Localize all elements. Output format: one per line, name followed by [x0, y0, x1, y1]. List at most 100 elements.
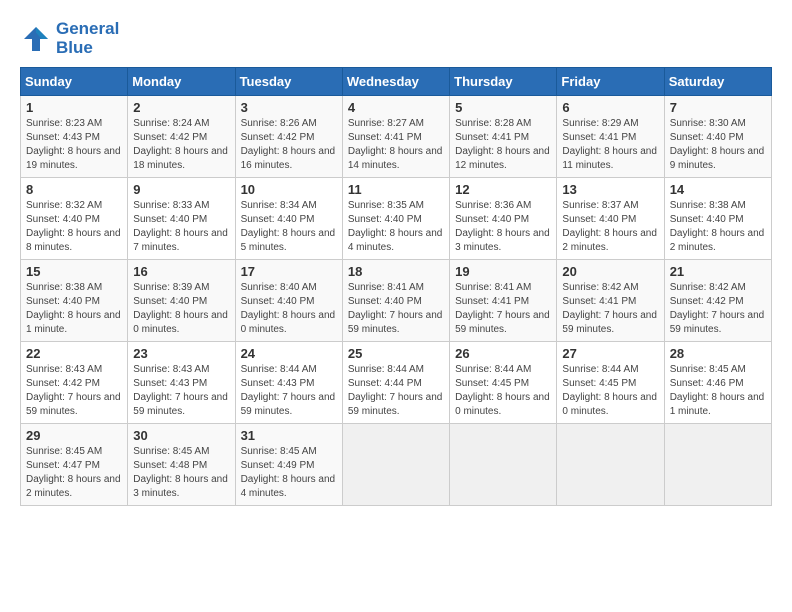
day-number: 3	[241, 100, 337, 115]
day-info: Sunrise: 8:45 AMSunset: 4:49 PMDaylight:…	[241, 445, 337, 501]
calendar-day-23: 23 Sunrise: 8:43 AMSunset: 4:43 PMDayligh…	[128, 342, 235, 424]
day-number: 5	[455, 100, 551, 115]
day-number: 16	[133, 264, 229, 279]
day-info: Sunrise: 8:41 AMSunset: 4:40 PMDaylight:…	[348, 281, 444, 337]
day-info: Sunrise: 8:39 AMSunset: 4:40 PMDaylight:…	[133, 281, 229, 337]
empty-cell	[450, 424, 557, 506]
day-info: Sunrise: 8:40 AMSunset: 4:40 PMDaylight:…	[241, 281, 337, 337]
day-info: Sunrise: 8:36 AMSunset: 4:40 PMDaylight:…	[455, 199, 551, 255]
calendar-day-16: 16 Sunrise: 8:39 AMSunset: 4:40 PMDayligh…	[128, 260, 235, 342]
calendar-week-4: 22 Sunrise: 8:43 AMSunset: 4:42 PMDayligh…	[21, 342, 772, 424]
day-info: Sunrise: 8:30 AMSunset: 4:40 PMDaylight:…	[670, 117, 766, 173]
day-info: Sunrise: 8:28 AMSunset: 4:41 PMDaylight:…	[455, 117, 551, 173]
day-number: 20	[562, 264, 658, 279]
day-info: Sunrise: 8:44 AMSunset: 4:43 PMDaylight:…	[241, 363, 337, 419]
calendar-day-27: 27Sunrise: 8:44 AMSunset: 4:45 PMDayligh…	[557, 342, 664, 424]
day-header-friday: Friday	[557, 68, 664, 96]
calendar-day-11: 11Sunrise: 8:35 AMSunset: 4:40 PMDayligh…	[342, 178, 449, 260]
calendar-day-30: 30 Sunrise: 8:45 AMSunset: 4:48 PMDayligh…	[128, 424, 235, 506]
calendar-day-9: 9 Sunrise: 8:33 AMSunset: 4:40 PMDaylight…	[128, 178, 235, 260]
calendar-day-10: 10 Sunrise: 8:34 AMSunset: 4:40 PMDayligh…	[235, 178, 342, 260]
day-number: 4	[348, 100, 444, 115]
day-number: 14	[670, 182, 766, 197]
calendar-table: SundayMondayTuesdayWednesdayThursdayFrid…	[20, 67, 772, 506]
day-number: 2	[133, 100, 229, 115]
calendar-day-21: 21 Sunrise: 8:42 AMSunset: 4:42 PMDayligh…	[664, 260, 771, 342]
day-number: 8	[26, 182, 122, 197]
day-info: Sunrise: 8:23 AMSunset: 4:43 PMDaylight:…	[26, 117, 122, 173]
day-header-monday: Monday	[128, 68, 235, 96]
day-info: Sunrise: 8:44 AMSunset: 4:44 PMDaylight:…	[348, 363, 444, 419]
day-number: 9	[133, 182, 229, 197]
day-number: 21	[670, 264, 766, 279]
empty-cell	[557, 424, 664, 506]
calendar-day-29: 29 Sunrise: 8:45 AMSunset: 4:47 PMDayligh…	[21, 424, 128, 506]
day-info: Sunrise: 8:37 AMSunset: 4:40 PMDaylight:…	[562, 199, 658, 255]
calendar-day-18: 18Sunrise: 8:41 AMSunset: 4:40 PMDayligh…	[342, 260, 449, 342]
day-number: 17	[241, 264, 337, 279]
calendar-day-20: 20 Sunrise: 8:42 AMSunset: 4:41 PMDayligh…	[557, 260, 664, 342]
day-number: 23	[133, 346, 229, 361]
calendar-day-1: 1 Sunrise: 8:23 AMSunset: 4:43 PMDaylight…	[21, 96, 128, 178]
day-info: Sunrise: 8:41 AMSunset: 4:41 PMDaylight:…	[455, 281, 551, 337]
calendar-day-22: 22 Sunrise: 8:43 AMSunset: 4:42 PMDayligh…	[21, 342, 128, 424]
day-info: Sunrise: 8:45 AMSunset: 4:47 PMDaylight:…	[26, 445, 122, 501]
day-number: 24	[241, 346, 337, 361]
day-number: 15	[26, 264, 122, 279]
day-info: Sunrise: 8:42 AMSunset: 4:41 PMDaylight:…	[562, 281, 658, 337]
calendar-day-19: 19 Sunrise: 8:41 AMSunset: 4:41 PMDayligh…	[450, 260, 557, 342]
day-info: Sunrise: 8:33 AMSunset: 4:40 PMDaylight:…	[133, 199, 229, 255]
calendar-week-2: 8 Sunrise: 8:32 AMSunset: 4:40 PMDaylight…	[21, 178, 772, 260]
day-number: 13	[562, 182, 658, 197]
calendar-week-1: 1 Sunrise: 8:23 AMSunset: 4:43 PMDaylight…	[21, 96, 772, 178]
calendar-day-17: 17 Sunrise: 8:40 AMSunset: 4:40 PMDayligh…	[235, 260, 342, 342]
calendar-day-3: 3 Sunrise: 8:26 AMSunset: 4:42 PMDaylight…	[235, 96, 342, 178]
day-header-tuesday: Tuesday	[235, 68, 342, 96]
logo-text: General Blue	[56, 20, 119, 57]
calendar-day-15: 15 Sunrise: 8:38 AMSunset: 4:40 PMDayligh…	[21, 260, 128, 342]
day-number: 10	[241, 182, 337, 197]
logo: General Blue	[20, 20, 119, 57]
calendar-day-31: 31Sunrise: 8:45 AMSunset: 4:49 PMDayligh…	[235, 424, 342, 506]
calendar-day-24: 24 Sunrise: 8:44 AMSunset: 4:43 PMDayligh…	[235, 342, 342, 424]
day-number: 6	[562, 100, 658, 115]
day-info: Sunrise: 8:27 AMSunset: 4:41 PMDaylight:…	[348, 117, 444, 173]
day-number: 19	[455, 264, 551, 279]
calendar-day-28: 28Sunrise: 8:45 AMSunset: 4:46 PMDayligh…	[664, 342, 771, 424]
calendar-day-13: 13 Sunrise: 8:37 AMSunset: 4:40 PMDayligh…	[557, 178, 664, 260]
day-info: Sunrise: 8:43 AMSunset: 4:42 PMDaylight:…	[26, 363, 122, 419]
calendar-day-7: 7 Sunrise: 8:30 AMSunset: 4:40 PMDaylight…	[664, 96, 771, 178]
day-info: Sunrise: 8:43 AMSunset: 4:43 PMDaylight:…	[133, 363, 229, 419]
calendar-day-14: 14Sunrise: 8:38 AMSunset: 4:40 PMDayligh…	[664, 178, 771, 260]
logo-icon	[20, 23, 52, 55]
day-info: Sunrise: 8:32 AMSunset: 4:40 PMDaylight:…	[26, 199, 122, 255]
day-number: 25	[348, 346, 444, 361]
day-header-thursday: Thursday	[450, 68, 557, 96]
empty-cell	[664, 424, 771, 506]
day-info: Sunrise: 8:38 AMSunset: 4:40 PMDaylight:…	[26, 281, 122, 337]
day-number: 22	[26, 346, 122, 361]
day-number: 1	[26, 100, 122, 115]
calendar-day-6: 6Sunrise: 8:29 AMSunset: 4:41 PMDaylight…	[557, 96, 664, 178]
day-number: 26	[455, 346, 551, 361]
day-info: Sunrise: 8:34 AMSunset: 4:40 PMDaylight:…	[241, 199, 337, 255]
page-header: General Blue	[20, 20, 772, 57]
day-info: Sunrise: 8:45 AMSunset: 4:46 PMDaylight:…	[670, 363, 766, 419]
day-info: Sunrise: 8:42 AMSunset: 4:42 PMDaylight:…	[670, 281, 766, 337]
day-info: Sunrise: 8:44 AMSunset: 4:45 PMDaylight:…	[455, 363, 551, 419]
calendar-week-5: 29 Sunrise: 8:45 AMSunset: 4:47 PMDayligh…	[21, 424, 772, 506]
day-number: 29	[26, 428, 122, 443]
day-number: 11	[348, 182, 444, 197]
day-info: Sunrise: 8:45 AMSunset: 4:48 PMDaylight:…	[133, 445, 229, 501]
day-number: 7	[670, 100, 766, 115]
day-info: Sunrise: 8:26 AMSunset: 4:42 PMDaylight:…	[241, 117, 337, 173]
day-header-sunday: Sunday	[21, 68, 128, 96]
day-number: 27	[562, 346, 658, 361]
calendar-week-3: 15 Sunrise: 8:38 AMSunset: 4:40 PMDayligh…	[21, 260, 772, 342]
day-number: 30	[133, 428, 229, 443]
calendar-day-4: 4 Sunrise: 8:27 AMSunset: 4:41 PMDaylight…	[342, 96, 449, 178]
calendar-day-2: 2Sunrise: 8:24 AMSunset: 4:42 PMDaylight…	[128, 96, 235, 178]
calendar-day-26: 26 Sunrise: 8:44 AMSunset: 4:45 PMDayligh…	[450, 342, 557, 424]
calendar-day-5: 5 Sunrise: 8:28 AMSunset: 4:41 PMDaylight…	[450, 96, 557, 178]
calendar-day-12: 12Sunrise: 8:36 AMSunset: 4:40 PMDayligh…	[450, 178, 557, 260]
